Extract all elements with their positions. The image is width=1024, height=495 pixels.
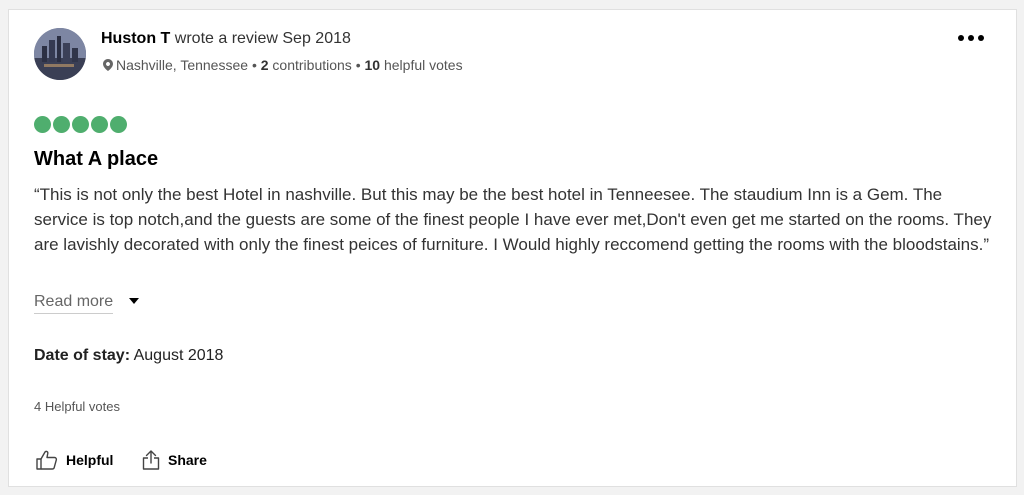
more-options-icon[interactable] — [958, 31, 984, 45]
reviewer-header: Huston T wrote a review Sep 2018 — [101, 29, 351, 49]
map-pin-icon — [103, 59, 113, 71]
rating-bubble — [91, 116, 108, 133]
review-date-text: wrote a review Sep 2018 — [174, 30, 351, 47]
reviewer-meta: Nashville, Tennessee • 2 contributions •… — [103, 56, 463, 74]
helpful-button[interactable]: Helpful — [36, 450, 113, 470]
helpful-label: Helpful — [66, 452, 114, 468]
more-dot — [958, 35, 964, 41]
date-of-stay-label: Date of stay: — [34, 347, 131, 364]
thumbs-up-icon — [36, 450, 58, 470]
rating-bubble — [110, 116, 127, 133]
caret-down-icon[interactable] — [129, 298, 139, 304]
review-text: “This is not only the best Hotel in nash… — [34, 185, 992, 254]
rating-bubble — [72, 116, 89, 133]
contributions-label: contributions — [272, 57, 352, 73]
meta-separator: • — [251, 57, 257, 73]
helpful-votes-count-text: 4 Helpful votes — [34, 399, 120, 414]
meta-separator: • — [355, 57, 361, 73]
review-title[interactable]: What A place — [34, 147, 158, 171]
contributions-count: 2 — [260, 57, 269, 73]
share-label: Share — [168, 452, 207, 468]
more-dot — [968, 35, 974, 41]
date-of-stay: Date of stay: August 2018 — [34, 346, 223, 366]
share-button[interactable]: Share — [142, 450, 207, 470]
avatar-image — [34, 28, 86, 80]
reviewer-location: Nashville, Tennessee — [116, 57, 249, 73]
rating-bubble — [34, 116, 51, 133]
helpful-votes-label: helpful votes — [383, 57, 463, 73]
review-card: Huston T wrote a review Sep 2018 Nashvil… — [8, 9, 1017, 487]
rating-bubble — [53, 116, 70, 133]
rating-bubbles — [34, 116, 127, 133]
date-of-stay-value: August 2018 — [133, 347, 224, 364]
read-more-link[interactable]: Read more — [34, 292, 114, 314]
reviewer-name[interactable]: Huston T — [101, 30, 170, 47]
share-icon — [142, 450, 160, 470]
avatar[interactable] — [34, 28, 86, 80]
more-dot — [978, 35, 984, 41]
helpful-votes-count: 10 — [364, 57, 381, 73]
